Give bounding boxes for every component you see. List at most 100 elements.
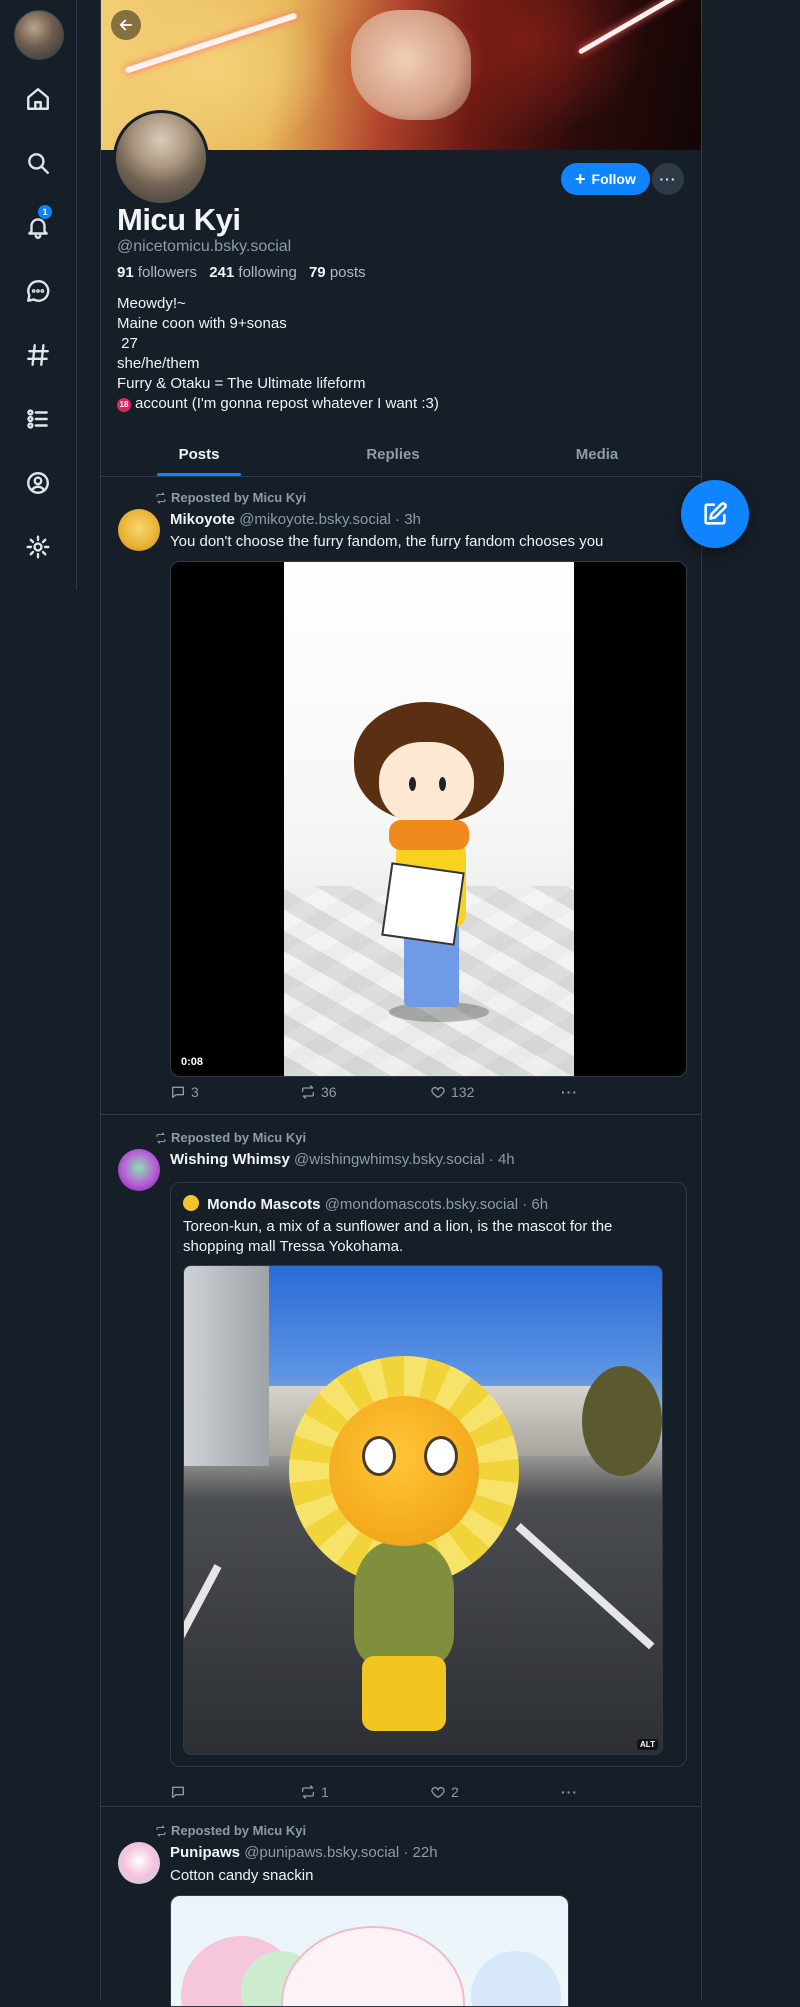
post-timestamp[interactable]: · 22h: [403, 1844, 437, 1861]
quoted-author-name[interactable]: Mondo Mascots: [207, 1196, 320, 1213]
chat-nav-button[interactable]: [18, 271, 58, 311]
post-author-name[interactable]: Punipaws: [170, 1844, 240, 1861]
repost-icon: [302, 1785, 314, 1799]
profile-nav-button[interactable]: [18, 463, 58, 503]
home-icon: [27, 88, 49, 110]
post-video[interactable]: 0:08: [170, 561, 687, 1077]
feed-post[interactable]: Reposted by Micu Kyi Wishing Whimsy @wis…: [101, 1114, 701, 1807]
current-user-avatar[interactable]: [14, 10, 64, 60]
search-nav-button[interactable]: [18, 143, 58, 183]
lists-nav-button[interactable]: [18, 399, 58, 439]
quoted-author-handle[interactable]: @mondomascots.bsky.social: [325, 1196, 518, 1213]
feed-post[interactable]: Reposted by Micu Kyi Mikoyote @mikoyote.…: [101, 477, 701, 1115]
bio-line-text: account (I'm gonna repost whatever I wan…: [135, 395, 439, 412]
reply-button[interactable]: 3: [170, 1084, 199, 1100]
following-stat[interactable]: 241 following: [209, 264, 297, 281]
banner-lightning-streak: [577, 0, 685, 55]
bio-line: Maine coon with 9+sonas: [117, 315, 287, 332]
quoted-post-image[interactable]: ALT: [183, 1265, 663, 1755]
ellipsis-icon: ···: [561, 1784, 578, 1800]
post-author-avatar[interactable]: [118, 1149, 160, 1191]
tab-replies[interactable]: Replies: [351, 432, 435, 476]
user-circle-icon: [27, 472, 49, 494]
tab-media[interactable]: Media: [555, 432, 639, 476]
bio-line: Furry & Otaku = The Ultimate lifeform: [117, 375, 366, 392]
feed-post[interactable]: Reposted by Micu Kyi Punipaws @punipaws.…: [101, 1806, 701, 2007]
post-author-name[interactable]: Mikoyote: [170, 511, 235, 528]
repost-button[interactable]: 36: [300, 1084, 337, 1100]
repost-icon: [302, 1085, 314, 1099]
reply-count: 3: [191, 1084, 199, 1100]
post-text: Cotton candy snackin: [170, 1867, 314, 1884]
image-cotton-candy-blue: [471, 1951, 561, 2006]
like-button[interactable]: 132: [430, 1084, 474, 1100]
post-author-name[interactable]: Wishing Whimsy: [170, 1151, 290, 1168]
follow-button[interactable]: + Follow: [561, 163, 650, 195]
profile-avatar[interactable]: [113, 110, 209, 206]
plus-icon: +: [575, 169, 586, 189]
video-duration: 0:08: [181, 1056, 204, 1068]
post-author-handle[interactable]: @punipaws.bsky.social: [244, 1844, 399, 1861]
repost-count: 36: [321, 1084, 337, 1100]
video-character-face: [379, 742, 474, 827]
back-button[interactable]: [111, 10, 141, 40]
video-frame: [284, 562, 574, 1076]
tab-posts[interactable]: Posts: [157, 432, 241, 476]
repost-icon: [156, 491, 166, 504]
post-author-handle[interactable]: @wishingwhimsy.bsky.social: [294, 1151, 485, 1168]
heart-icon: [431, 1086, 445, 1098]
like-count: 2: [451, 1784, 459, 1800]
left-nav-rail: 1: [0, 0, 77, 590]
post-text: You don't choose the furry fandom, the f…: [170, 533, 604, 550]
reply-button[interactable]: [170, 1784, 191, 1800]
reposted-by-label: Reposted by Micu Kyi: [171, 490, 307, 505]
compose-post-button[interactable]: [681, 480, 749, 548]
post-timestamp[interactable]: · 4h: [489, 1151, 515, 1168]
repost-count: 1: [321, 1784, 329, 1800]
bio-line: Meowdy!~: [117, 295, 186, 312]
like-button[interactable]: 2: [430, 1784, 459, 1800]
photo-parking-line: [515, 1523, 655, 1650]
repost-indicator: Reposted by Micu Kyi: [155, 490, 306, 505]
profile-more-button[interactable]: ···: [652, 163, 684, 195]
repost-button[interactable]: 1: [300, 1784, 329, 1800]
search-icon: [28, 153, 49, 174]
following-label: following: [238, 264, 297, 281]
photo-mascot-eye: [424, 1436, 458, 1476]
quoted-post[interactable]: Mondo Mascots @mondomascots.bsky.social …: [170, 1182, 687, 1767]
post-timestamp[interactable]: · 3h: [395, 511, 421, 528]
quoted-post-header: Mondo Mascots @mondomascots.bsky.social …: [183, 1195, 548, 1213]
gear-icon: [26, 535, 50, 559]
home-nav-button[interactable]: [18, 79, 58, 119]
notification-count-badge: 1: [38, 205, 52, 219]
followers-count: 91: [117, 264, 134, 281]
banner-lightning-streak: [124, 12, 298, 74]
post-author-avatar[interactable]: [118, 509, 160, 551]
quoted-author-avatar[interactable]: [183, 1195, 199, 1211]
video-character-scarf: [389, 820, 469, 850]
video-character-eye: [409, 777, 416, 791]
profile-tabs: Posts Replies Media: [101, 432, 701, 477]
profile-display-name: Micu Kyi: [117, 202, 241, 237]
alt-text-badge[interactable]: ALT: [637, 1739, 658, 1750]
settings-nav-button[interactable]: [18, 527, 58, 567]
heart-icon: [431, 1786, 445, 1798]
arrow-left-icon: [119, 19, 133, 31]
feeds-nav-button[interactable]: [18, 335, 58, 375]
photo-parking-line: [184, 1564, 222, 1754]
posts-stat: 79 posts: [309, 264, 366, 281]
photo-mascot-head: [329, 1396, 479, 1546]
ellipsis-icon: ···: [561, 1084, 578, 1100]
post-author-avatar[interactable]: [118, 1842, 160, 1884]
photo-mascot-eye: [362, 1436, 396, 1476]
post-author-handle[interactable]: @mikoyote.bsky.social: [239, 511, 391, 528]
followers-stat[interactable]: 91 followers: [117, 264, 197, 281]
post-more-button[interactable]: ···: [561, 1084, 578, 1100]
bio-line: 18 account (I'm gonna repost whatever I w…: [117, 394, 439, 414]
post-image[interactable]: [170, 1895, 569, 2007]
notifications-nav-button[interactable]: 1: [18, 205, 58, 247]
post-more-button[interactable]: ···: [561, 1784, 578, 1800]
post-actions: 1 2 ···: [170, 1784, 590, 1804]
chat-bubble-icon: [27, 280, 50, 302]
post-header: Punipaws @punipaws.bsky.social · 22h: [170, 1844, 438, 1861]
